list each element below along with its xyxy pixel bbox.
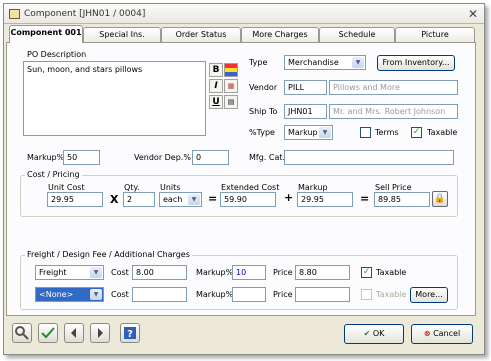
markup-label: Markup [298,183,328,192]
help-icon[interactable]: ? [120,323,140,343]
freight-type-value: Freight [39,268,67,277]
freight-taxable-checkbox[interactable]: ✓ [361,267,372,278]
close-icon[interactable]: ✕ [468,7,478,21]
charge2-price-label: Price [273,290,293,299]
from-inventory-button[interactable]: From Inventory... [377,55,455,71]
ship-to-label: Ship To [249,107,278,116]
lock-icon[interactable]: 🔒 [432,191,448,207]
charge2-taxable-checkbox [361,289,372,300]
next-icon[interactable] [90,323,110,343]
po-description-label: PO Description [27,50,87,59]
sell-price-label: Sell Price [375,183,412,192]
charge2-price-field[interactable] [295,287,350,302]
tab-order-status[interactable]: Order Status [161,27,241,42]
mfg-cat-field[interactable] [284,150,454,165]
more-button[interactable]: More... [410,287,448,303]
taxable-label: Taxable [427,128,458,137]
markup-field[interactable]: 29.95 [297,192,353,207]
cost-pricing-title: Cost / Pricing [25,170,82,179]
ok-button[interactable]: ✔ OK [344,324,404,344]
underline-button[interactable]: U [209,95,223,109]
freight-taxable-label: Taxable [376,268,407,277]
italic-button[interactable]: I [209,79,223,93]
freight-price-field[interactable]: 8.80 [295,265,350,280]
vendor-dep-field[interactable]: 0 [192,150,229,165]
chevron-down-icon: ▼ [188,194,200,205]
charge2-type-select[interactable]: <None> ▼ [35,287,104,302]
freight-cost-field[interactable]: 8.00 [132,265,187,280]
freight-cost-label: Cost [111,268,129,277]
print-icon[interactable]: ▤ [224,95,238,109]
pct-type-select[interactable]: Markup ▼ [284,125,333,140]
sell-price-field[interactable]: 89.85 [374,192,430,207]
tab-schedule[interactable]: Schedule [319,27,395,42]
unit-cost-field[interactable]: 29.95 [47,192,103,207]
tab-more-charges[interactable]: More Charges [241,27,319,42]
charge2-taxable-label: Taxable [376,290,407,299]
pct-type-value: Markup [288,128,318,137]
vendor-label: Vendor [249,83,278,92]
freight-price-label: Price [273,268,293,277]
tab-picture[interactable]: Picture [395,27,475,42]
charge2-cost-label: Cost [111,290,129,299]
charge2-markup-label: Markup% [196,290,234,299]
equals-sign: = [208,192,218,205]
tab-special-ins[interactable]: Special Ins. [83,27,161,42]
cancel-icon: ⊗ [423,329,431,338]
terms-checkbox[interactable] [360,127,371,138]
po-description-field[interactable]: Sun, moon, and stars pillows [23,61,206,136]
cancel-button[interactable]: ⊗ Cancel [411,324,473,344]
chevron-down-icon: ▼ [90,267,102,278]
times-sign: X [110,193,119,206]
units-value: each [163,195,183,204]
vendor-code-field[interactable]: PILL [284,80,327,95]
chevron-down-icon: ▼ [352,57,364,68]
app-icon [9,9,20,19]
window-title: Component [JHN01 / 0004] [24,9,146,19]
extended-cost-field: 59.90 [220,192,276,207]
color-icon[interactable] [224,63,238,77]
qty-label: Qty. [124,183,140,192]
title-bar: Component [JHN01 / 0004] ✕ [4,4,484,24]
pct-type-label: %Type [249,128,275,137]
mfg-cat-label: Mfg. Cat. [249,153,286,162]
terms-label: Terms [375,128,399,137]
chevron-down-icon: ▼ [90,289,102,300]
type-label: Type [249,58,268,67]
units-select[interactable]: each ▼ [159,192,202,207]
freight-markup-label: Markup% [196,268,234,277]
ship-to-code-field[interactable]: JHN01 [284,104,327,119]
ok-icon: ✔ [363,329,371,338]
cancel-label: Cancel [433,329,461,338]
equals-sign-2: = [360,192,370,205]
tab-component[interactable]: Component 001 [9,25,83,43]
chevron-down-icon: ▼ [319,127,331,138]
freight-type-select[interactable]: Freight ▼ [35,265,104,280]
freight-group-title: Freight / Design Fee / Additional Charge… [25,250,192,259]
type-select[interactable]: Merchandise ▼ [284,55,366,70]
plus-sign: + [284,191,294,204]
ok-label: OK [372,329,385,338]
qty-field[interactable]: 2 [123,192,155,207]
ship-to-name-field: Mr. and Mrs. Robert Johnson [329,104,458,119]
previous-icon[interactable] [64,323,84,343]
units-label: Units [160,183,181,192]
charge2-cost-field[interactable] [132,287,187,302]
vendor-name-field: Pillows and More [329,80,458,95]
markup-pct-label: Markup% [27,153,65,162]
spell-check-icon[interactable] [38,323,58,343]
freight-markup-field[interactable]: 10 [232,265,266,280]
bold-button[interactable]: B [209,63,223,77]
markup-pct-field[interactable]: 50 [63,150,100,165]
vendor-dep-label: Vendor Dep.% [134,153,191,162]
svg-text:?: ? [127,329,133,340]
taxable-checkbox[interactable]: ✓ [411,127,422,138]
search-icon[interactable] [12,323,32,343]
charge2-type-value: <None> [39,290,74,299]
type-value: Merchandise [288,58,339,67]
charge2-markup-field[interactable] [232,287,266,302]
unit-cost-label: Unit Cost [48,183,85,192]
calendar-icon[interactable]: ▦ [224,79,238,93]
extended-cost-label: Extended Cost [221,183,280,192]
